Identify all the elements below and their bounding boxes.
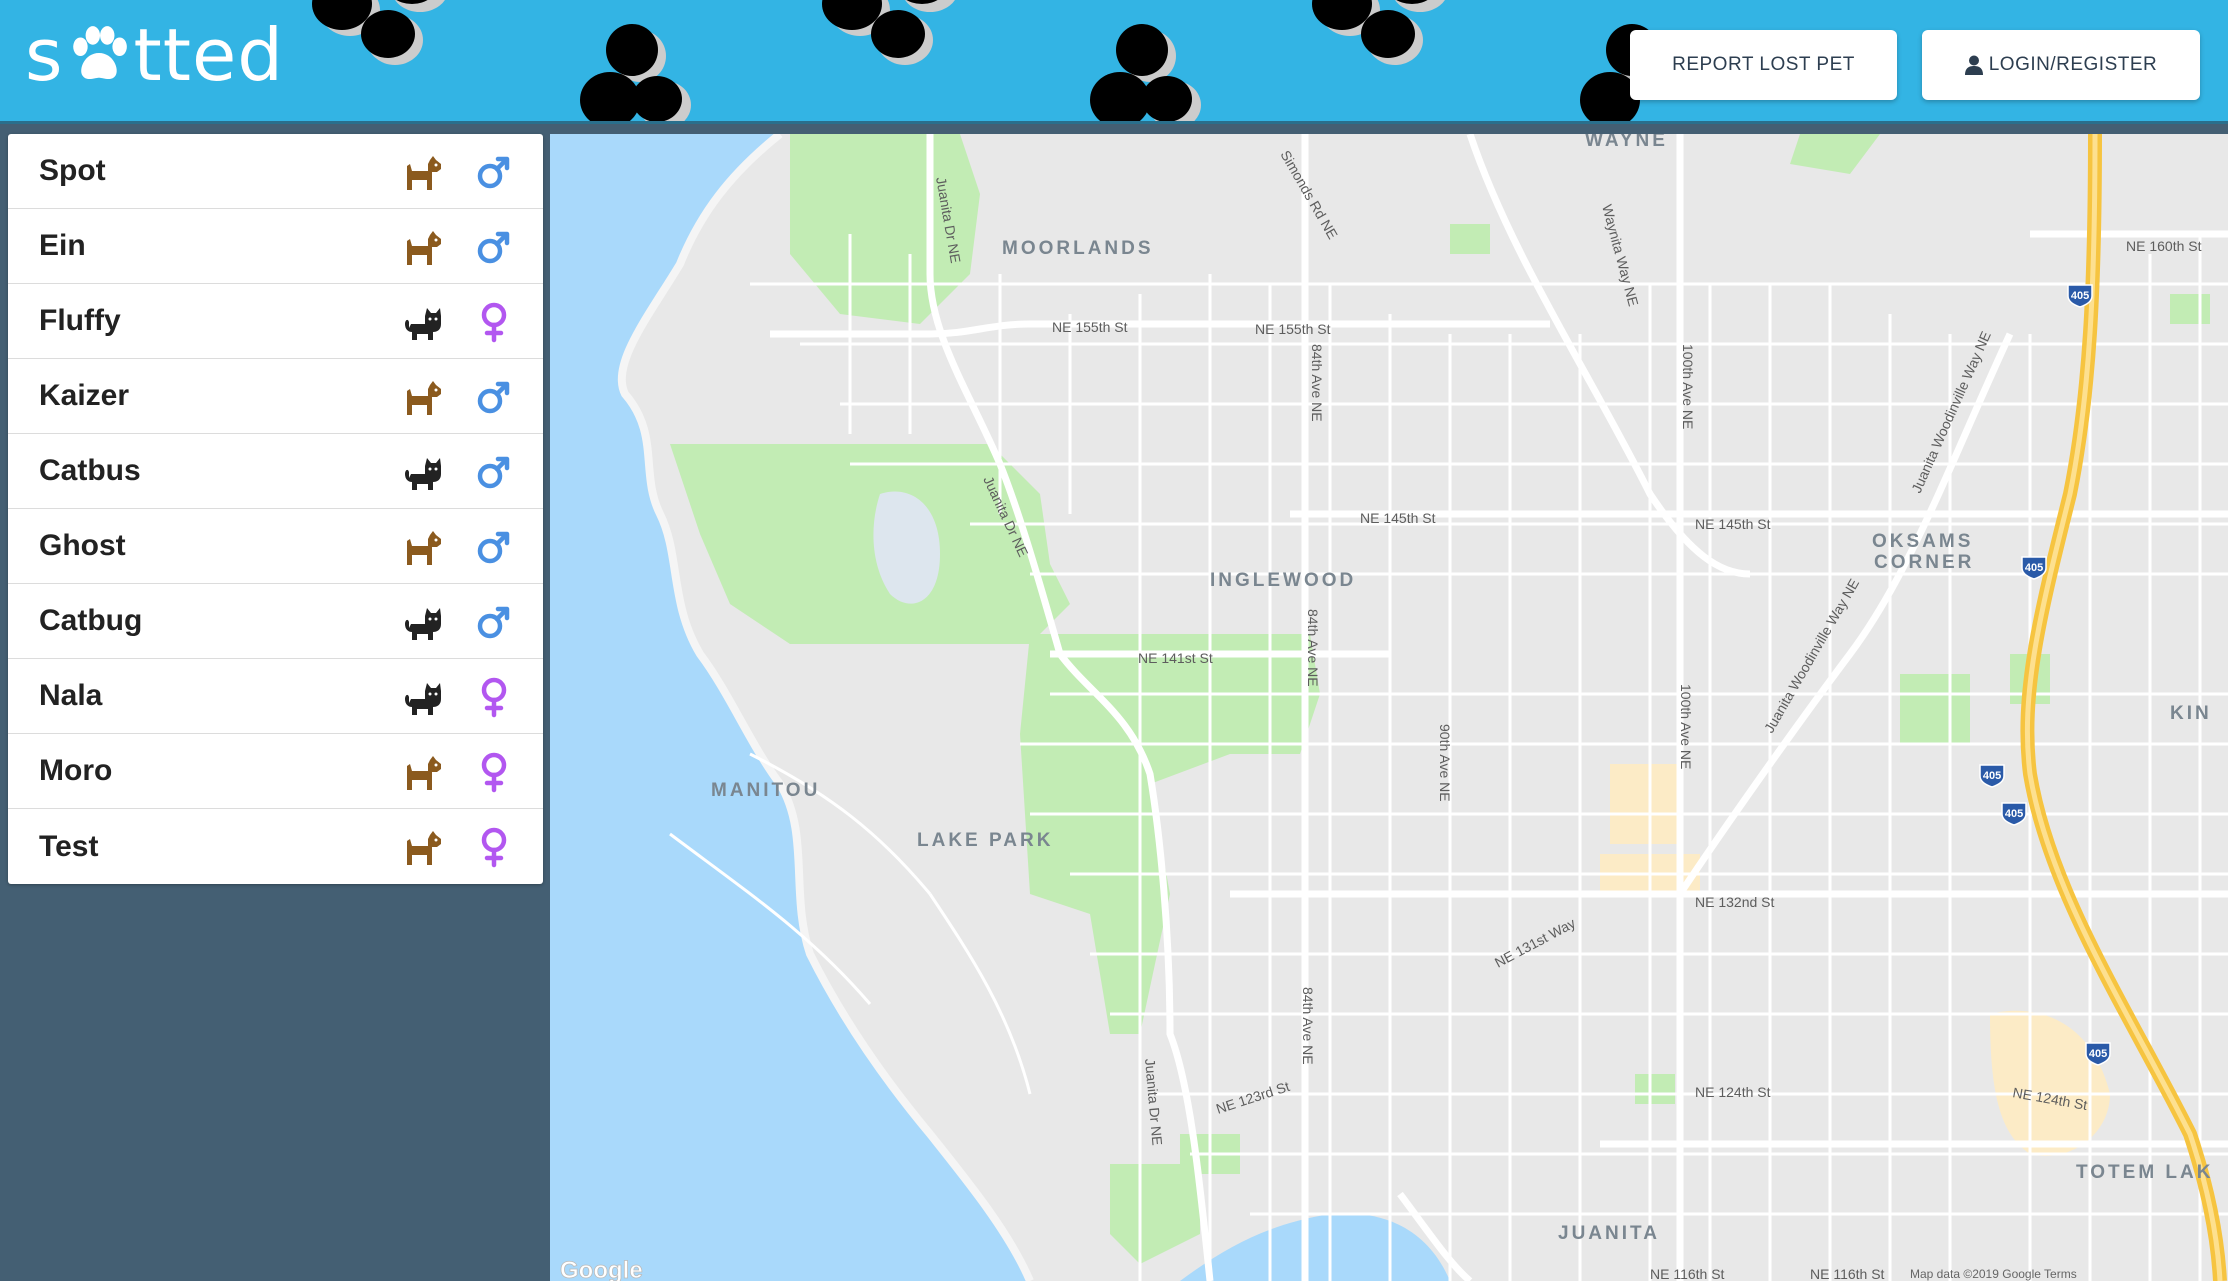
paw-print-decoration-icon — [822, 0, 955, 65]
logo-text-end: tted — [133, 13, 284, 97]
dog-icon — [407, 231, 441, 265]
header-bar: s tted REPORT LOST PET LOGIN/REGISTER — [0, 0, 2228, 124]
pet-name: Ghost — [39, 529, 126, 562]
male-symbol-icon — [477, 231, 510, 264]
pet-list-item[interactable]: Moro — [8, 734, 543, 809]
pet-name: Nala — [39, 679, 103, 712]
cat-icon — [405, 683, 441, 715]
highway-shield-label: 405 — [2089, 1048, 2107, 1060]
female-symbol-icon — [481, 677, 507, 718]
app-logo[interactable]: s tted — [25, 10, 284, 100]
female-symbol-icon — [481, 827, 507, 868]
pet-name: Spot — [39, 154, 106, 187]
neighborhood-label: TOTEM LAK — [2076, 1162, 2213, 1183]
male-symbol-icon — [477, 156, 510, 189]
pet-list-item[interactable]: Catbug — [8, 584, 543, 659]
dog-icon — [407, 531, 441, 565]
street-label: NE 155th St — [1052, 319, 1128, 335]
map-view[interactable]: 405 405 405 405 405 WAYNE MOORLANDS INGL… — [550, 134, 2228, 1281]
paw-icon — [72, 26, 127, 80]
pet-list-item[interactable]: Spot — [8, 134, 543, 209]
female-symbol-icon — [481, 752, 507, 793]
logo-text-start: s — [25, 13, 64, 97]
paw-print-decoration-icon — [580, 24, 691, 121]
dog-icon — [407, 156, 441, 190]
map-canvas[interactable]: 405 405 405 405 405 WAYNE MOORLANDS INGL… — [550, 134, 2228, 1281]
cat-icon — [405, 458, 441, 490]
google-logo: Google — [560, 1257, 643, 1281]
neighborhood-label: INGLEWOOD — [1210, 570, 1356, 591]
highway-shield-label: 405 — [2005, 808, 2023, 820]
paw-print-decoration-icon — [1312, 0, 1445, 65]
neighborhood-label: MOORLANDS — [1002, 238, 1154, 259]
cat-icon — [405, 608, 441, 640]
pet-name: Ein — [39, 229, 86, 262]
pet-list-item[interactable]: Catbus — [8, 434, 543, 509]
neighborhood-label: CORNER — [1874, 552, 1974, 573]
report-lost-pet-button[interactable]: REPORT LOST PET — [1630, 30, 1897, 100]
dog-icon — [407, 756, 441, 790]
street-label: NE 124th St — [1695, 1084, 1771, 1100]
street-label: NE 160th St — [2126, 238, 2202, 254]
dog-icon — [407, 831, 441, 865]
pet-list-item[interactable]: Nala — [8, 659, 543, 734]
highway-shield-label: 405 — [2071, 290, 2089, 302]
neighborhood-label: WAYNE — [1585, 134, 1668, 151]
pet-name: Catbug — [39, 604, 143, 637]
pet-name: Kaizer — [39, 379, 130, 412]
pet-list-item[interactable]: Ghost — [8, 509, 543, 584]
login-register-label: LOGIN/REGISTER — [1988, 54, 2158, 75]
pet-name: Fluffy — [39, 304, 121, 337]
report-lost-pet-label: REPORT LOST PET — [1672, 54, 1855, 75]
highway-shield-label: 405 — [1983, 770, 2001, 782]
pet-list-item[interactable]: Ein — [8, 209, 543, 284]
female-symbol-icon — [481, 302, 507, 343]
cat-icon — [405, 308, 441, 340]
highway-shield-label: 405 — [2025, 562, 2043, 574]
street-label: 84th Ave NE — [1309, 344, 1325, 422]
male-symbol-icon — [477, 456, 510, 489]
pet-list-item[interactable]: Test — [8, 809, 543, 884]
dog-icon — [407, 381, 441, 415]
login-register-button[interactable]: LOGIN/REGISTER — [1922, 30, 2200, 100]
pet-list: Spot Ein Fluffy Kaizer Catbus Ghost Catb… — [8, 134, 543, 884]
street-label: NE 132nd St — [1695, 894, 1774, 910]
street-label: 100th Ave NE — [1678, 684, 1694, 769]
male-symbol-icon — [477, 381, 510, 414]
street-label: 84th Ave NE — [1300, 987, 1316, 1065]
pet-list-item[interactable]: Fluffy — [8, 284, 543, 359]
neighborhood-label: MANITOU — [711, 780, 820, 801]
street-label: NE 116th St — [1650, 1266, 1725, 1281]
street-label: NE 145th St — [1695, 516, 1771, 532]
street-label: NE 116th St — [1810, 1266, 1885, 1281]
neighborhood-label: OKSAMS — [1872, 531, 1973, 552]
neighborhood-label: LAKE PARK — [917, 830, 1053, 851]
street-label: NE 141st St — [1138, 650, 1213, 666]
street-label: NE 145th St — [1360, 510, 1436, 526]
street-label: 84th Ave NE — [1305, 609, 1321, 687]
street-label: 90th Ave NE — [1437, 724, 1453, 802]
pet-name: Test — [39, 829, 99, 863]
map-footer[interactable]: Map data ©2019 Google Terms — [1910, 1267, 2077, 1281]
pet-name: Catbus — [39, 454, 141, 487]
neighborhood-label: KIN — [2170, 703, 2212, 724]
street-label: 100th Ave NE — [1680, 344, 1696, 429]
paw-print-decoration-icon — [312, 0, 445, 65]
pet-name: Moro — [39, 754, 113, 787]
male-symbol-icon — [477, 531, 510, 564]
pet-list-item[interactable]: Kaizer — [8, 359, 543, 434]
street-label: NE 155th St — [1255, 321, 1331, 337]
neighborhood-label: JUANITA — [1558, 1223, 1660, 1244]
male-symbol-icon — [477, 606, 510, 639]
user-icon — [1964, 55, 1983, 75]
paw-print-decoration-icon — [1090, 24, 1201, 121]
